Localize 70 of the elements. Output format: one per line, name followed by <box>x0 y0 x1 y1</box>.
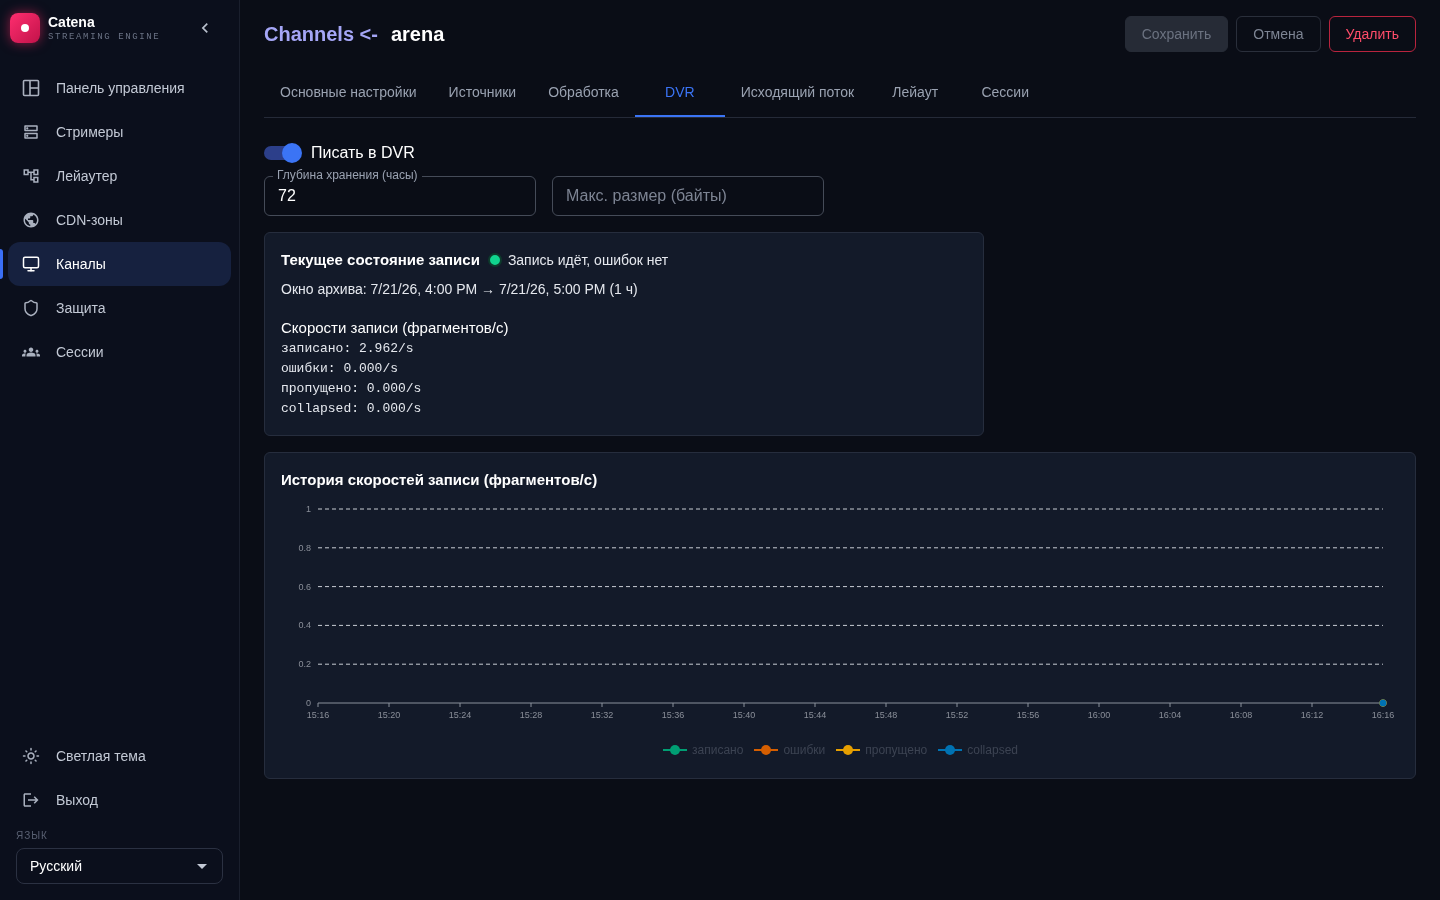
language-select[interactable]: Русский <box>16 848 223 884</box>
rates-title: Скорости записи (фрагментов/с) <box>281 318 510 338</box>
language-label: ЯЗЫК <box>15 830 49 842</box>
status-text: Запись идёт, ошибок нет <box>507 250 669 270</box>
rate-line: записано: 2.962/s <box>281 340 415 358</box>
axis-label: 15:40 <box>732 710 756 720</box>
nav-item[interactable]: Панель управления <box>8 66 231 110</box>
rate-line: collapsed: 0.000/s <box>281 400 423 418</box>
tab[interactable]: Лейаут <box>870 69 961 117</box>
axis-label: 15:16 <box>306 710 330 720</box>
nav-item[interactable]: Защита <box>8 286 231 330</box>
axis-label: 0.2 <box>298 659 311 670</box>
axis-label: 15:32 <box>590 710 614 720</box>
action-button[interactable]: Отмена <box>1236 16 1321 52</box>
rate-line: пропущено: 0.000/s <box>281 380 423 398</box>
axis-label: 15:36 <box>661 710 685 720</box>
nav-item[interactable]: CDN-зоны <box>8 198 231 242</box>
breadcrumb-link[interactable]: Channels <- <box>264 19 378 49</box>
hierarchy-icon <box>22 167 40 185</box>
axis-label: 0.6 <box>298 581 311 592</box>
menu-item[interactable]: Выход <box>8 778 231 822</box>
tab[interactable]: DVR <box>634 69 725 117</box>
card-title: Текущее состояние записи <box>281 249 480 270</box>
brand-tagline: STREAMING ENGINE <box>48 30 161 43</box>
selection-bar <box>0 249 3 279</box>
tab[interactable]: Сессии <box>960 69 1051 117</box>
tab[interactable]: Исходящий поток <box>724 69 871 117</box>
globe-icon <box>22 211 40 229</box>
tab[interactable]: Основные настройки <box>264 69 433 117</box>
toggle-switch[interactable] <box>264 143 302 163</box>
menu-item[interactable]: Светлая тема <box>8 734 231 778</box>
field-label: Глубина хранения (часы) <box>273 168 422 182</box>
axis-label: 16:08 <box>1229 710 1253 720</box>
axis-label: 15:52 <box>945 710 969 720</box>
layout-icon <box>22 79 40 97</box>
axis-label: 16:04 <box>1158 710 1182 720</box>
action-button[interactable]: Удалить <box>1328 16 1416 52</box>
axis-label: 16:12 <box>1300 710 1324 720</box>
caret-icon <box>197 863 207 869</box>
axis-label: 1 <box>306 504 311 514</box>
server-icon <box>22 123 40 141</box>
logo-icon <box>10 13 40 43</box>
sun-icon <box>22 747 40 765</box>
nav-item[interactable]: Стримеры <box>8 110 231 154</box>
card-title: История скоростей записи (фрагментов/с) <box>281 470 599 490</box>
nav-item[interactable]: Каналы <box>8 242 231 286</box>
monitor-icon <box>22 255 40 273</box>
rate-line: ошибки: 0.000/s <box>281 360 400 378</box>
axis-label: 15:20 <box>377 710 401 720</box>
axis-label: 0.8 <box>298 542 311 553</box>
brand-name: Catena <box>48 13 96 30</box>
shield-icon <box>22 299 40 317</box>
toggle-label: Писать в DVR <box>311 143 415 163</box>
axis-label: 0 <box>306 698 311 708</box>
axis-label: 16:16 <box>1371 710 1395 720</box>
archive-window-text: Окно архива: 7/21/26, 4:00 PM → 7/21/26, 5:00 PM (1 ч) <box>281 280 639 299</box>
axis-label: 15:28 <box>519 710 543 720</box>
nav-item[interactable]: Сессии <box>8 330 231 374</box>
input-field[interactable]: Макс. размер (байты) <box>552 176 824 216</box>
tab[interactable]: Источники <box>432 69 533 117</box>
axis-label: 15:48 <box>874 710 898 720</box>
nav-item[interactable]: Лейаутер <box>8 154 231 198</box>
axis-label: 15:56 <box>1016 710 1040 720</box>
axis-label: 16:00 <box>1087 710 1111 720</box>
axis-label: 15:44 <box>803 710 827 720</box>
axis-label: 0.4 <box>298 620 311 631</box>
logout-icon <box>22 791 40 809</box>
page-title: arena <box>390 22 445 47</box>
tab[interactable]: Обработка <box>532 69 635 117</box>
axis-label: 15:24 <box>448 710 472 720</box>
